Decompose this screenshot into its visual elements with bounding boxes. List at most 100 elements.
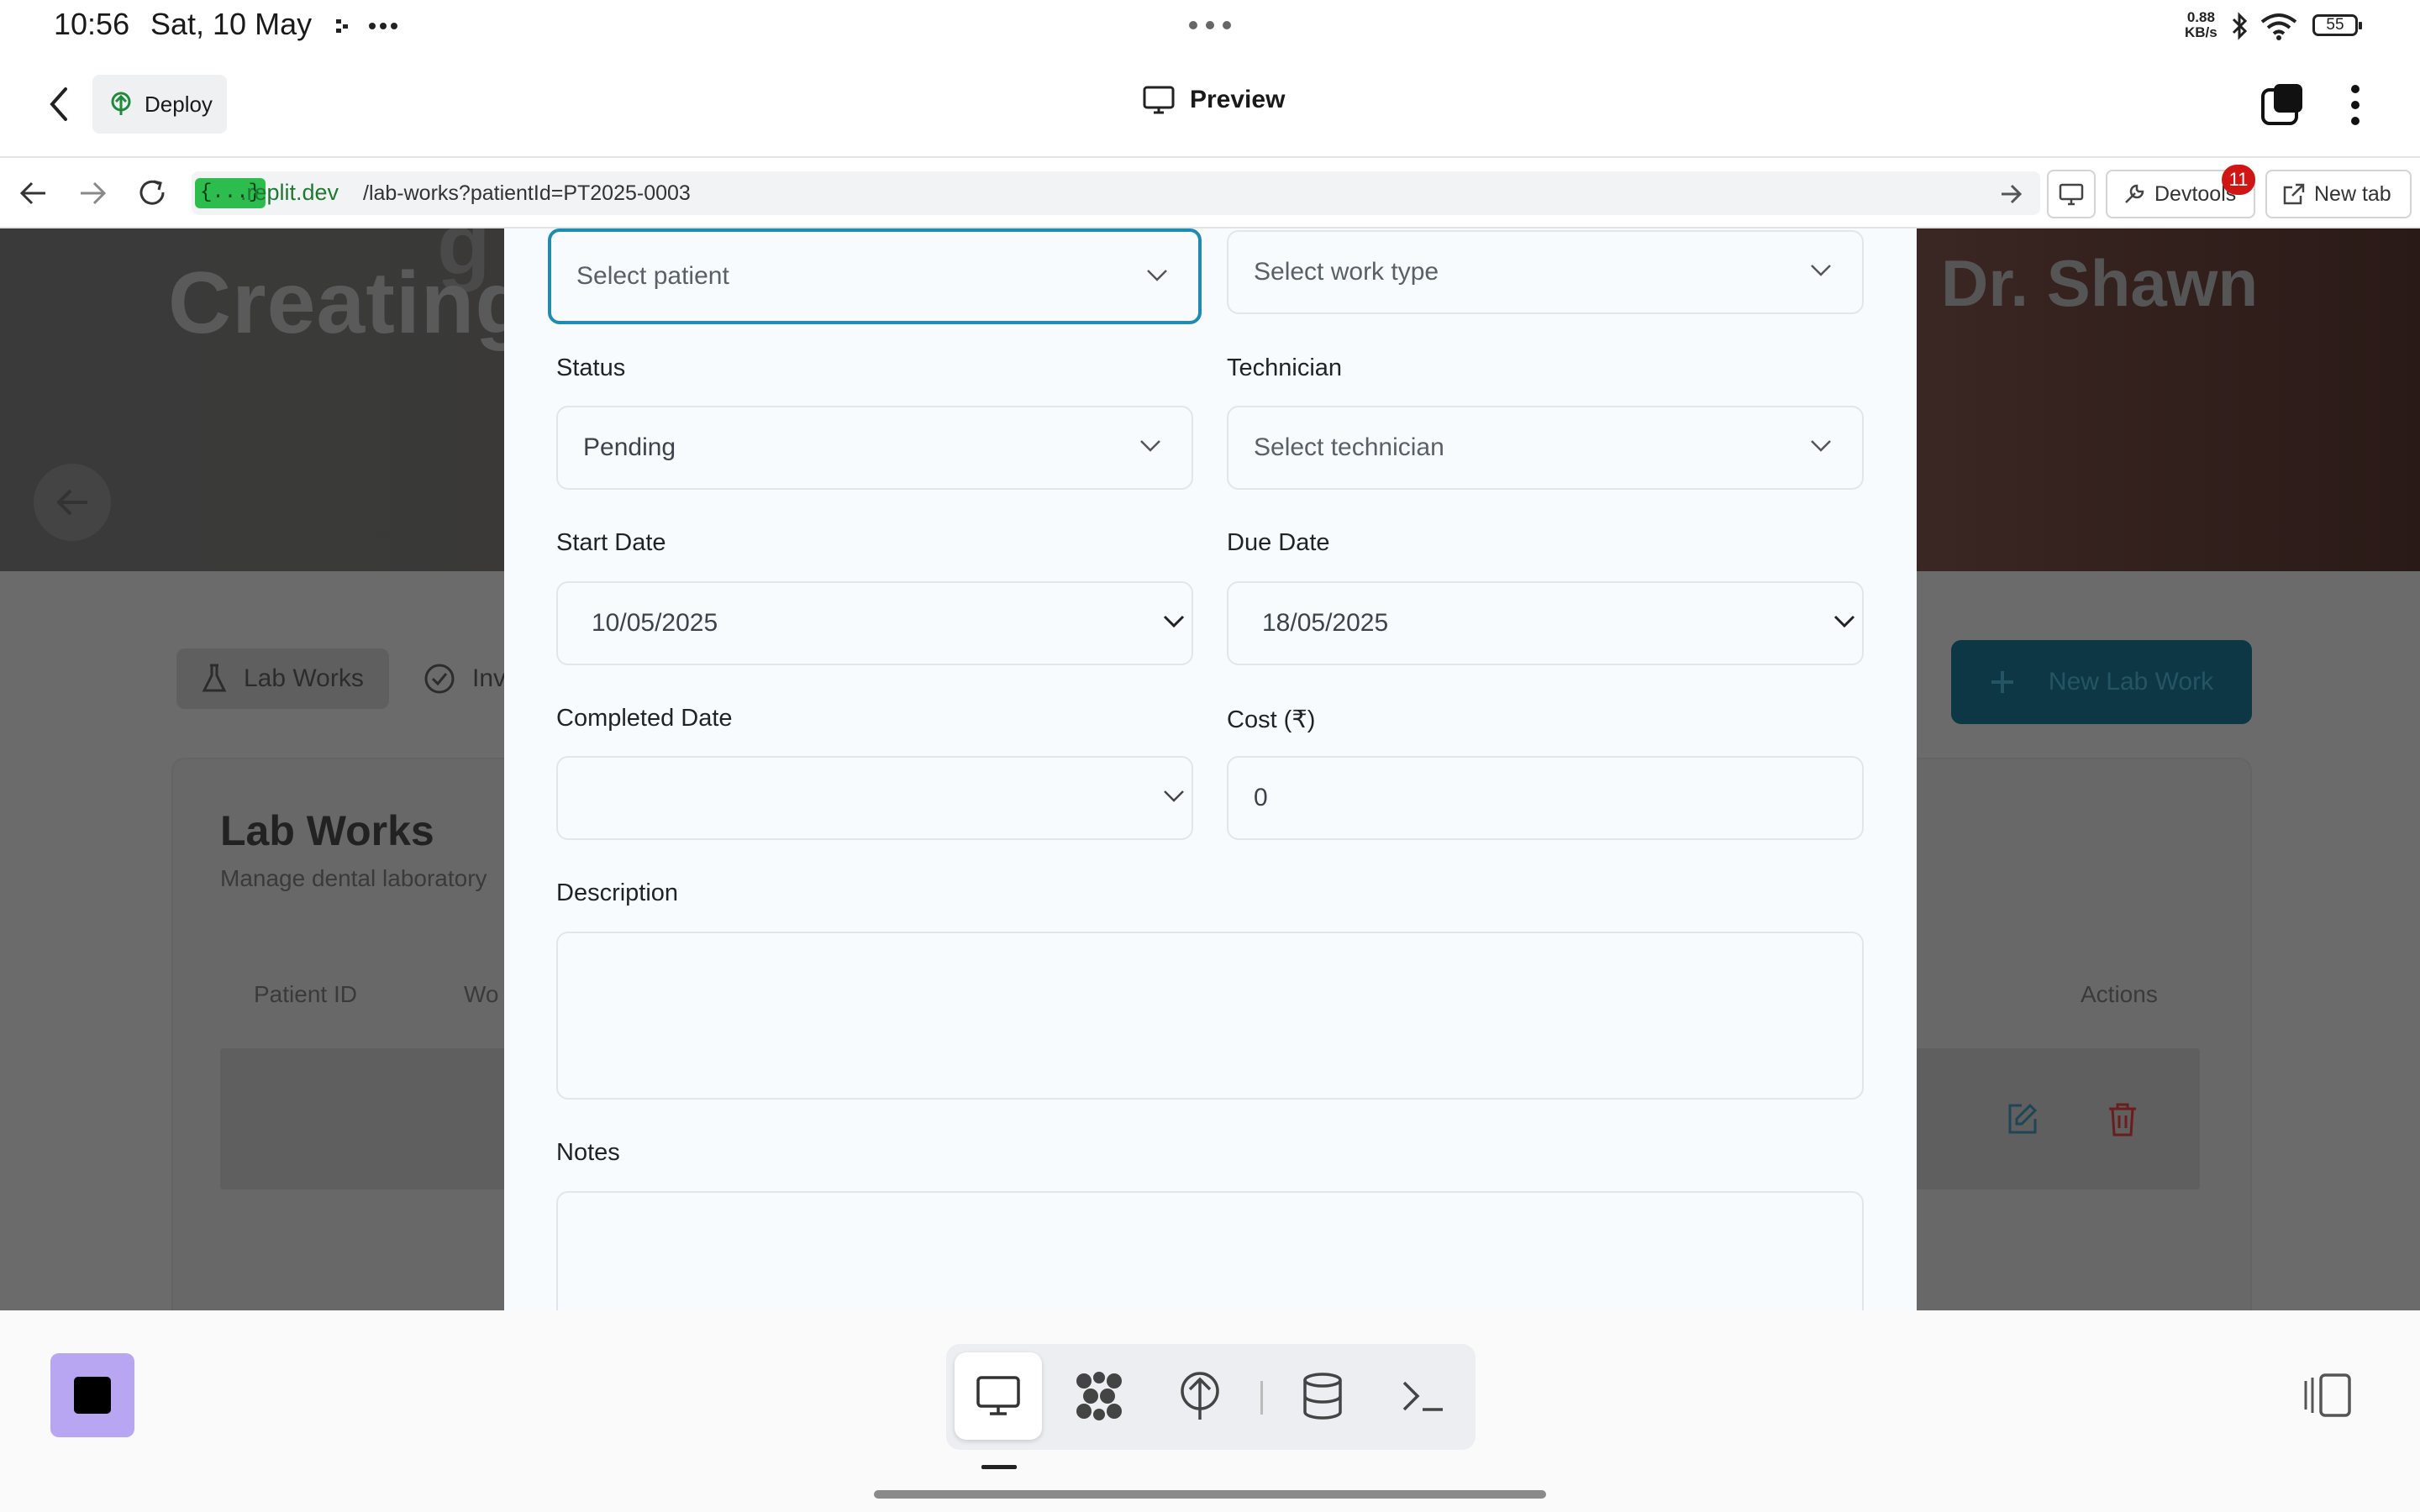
- deploy-label: Deploy: [145, 91, 213, 117]
- deploy-tool-button[interactable]: [1156, 1352, 1244, 1440]
- more-vertical-icon[interactable]: [2349, 84, 2361, 126]
- tool-switcher: [946, 1344, 1476, 1450]
- network-speed: 0.88 KB/s: [2185, 9, 2217, 40]
- shell-tool-button[interactable]: [1380, 1352, 1467, 1440]
- new-tab-button[interactable]: New tab: [2265, 170, 2412, 218]
- url-path: /lab-works?patientId=PT2025-0003: [363, 181, 691, 205]
- devtools-badge: 11: [2222, 165, 2255, 195]
- doctor-name: Dr. Shawn: [1941, 246, 2259, 320]
- start-date-input[interactable]: 10/05/2025: [556, 581, 1193, 665]
- patient-select-placeholder: Select patient: [576, 262, 729, 290]
- tab-lab-works[interactable]: Lab Works: [176, 648, 389, 709]
- chevron-down-icon: [1810, 264, 1832, 277]
- deploy-icon: [109, 92, 133, 117]
- battery-indicator: 55: [2312, 14, 2362, 36]
- column-actions: Actions: [2081, 981, 2158, 1007]
- new-tab-label: New tab: [2314, 181, 2391, 206]
- status-value: Pending: [583, 433, 676, 461]
- url-domain: .replit.dev: [240, 180, 339, 205]
- preview-tab[interactable]: Preview: [1143, 86, 1285, 114]
- database-tool-button[interactable]: [1279, 1352, 1366, 1440]
- deploy-tool-icon: [1181, 1372, 1219, 1420]
- go-arrow-icon[interactable]: [2000, 183, 2023, 205]
- terminal-icon: [1402, 1381, 1443, 1411]
- bluetooth-icon: [2228, 12, 2250, 40]
- card-title: Lab Works: [220, 807, 434, 854]
- replit-header: Deploy Preview: [0, 52, 2420, 158]
- browser-url-bar: {...} .replit.dev /lab-works?patientId=P…: [0, 158, 2420, 228]
- active-tool-indicator: [981, 1465, 1017, 1469]
- url-input[interactable]: {...} .replit.dev /lab-works?patientId=P…: [192, 171, 2040, 215]
- tool-divider: [1260, 1381, 1263, 1415]
- monitor-small-icon: [2059, 182, 2084, 206]
- replit-bottom-dock: [0, 1310, 2420, 1512]
- chevron-down-icon: [1163, 615, 1185, 628]
- back-chevron-icon[interactable]: [45, 86, 72, 123]
- chevron-down-icon: [1163, 790, 1185, 803]
- start-date-label: Start Date: [556, 529, 666, 556]
- browser-forward-icon[interactable]: [79, 180, 108, 207]
- check-circle-icon: [424, 663, 455, 695]
- wifi-icon: [2260, 12, 2297, 40]
- chevron-down-icon: [1139, 439, 1161, 453]
- monitor-tool-icon: [976, 1376, 1020, 1415]
- packages-tool-button[interactable]: [1055, 1352, 1143, 1440]
- chevron-down-icon: [1146, 269, 1168, 282]
- preview-label: Preview: [1190, 86, 1286, 113]
- device-toggle-button[interactable]: [2047, 170, 2096, 218]
- deploy-button[interactable]: Deploy: [92, 75, 227, 134]
- cost-label: Cost (₹): [1227, 706, 1316, 733]
- packages-icon: [1076, 1372, 1122, 1420]
- technician-placeholder: Select technician: [1254, 433, 1444, 461]
- technician-select[interactable]: Select technician: [1227, 406, 1864, 490]
- technician-label: Technician: [1227, 354, 1343, 381]
- status-label: Status: [556, 354, 626, 381]
- date: Sat, 10 May: [150, 7, 313, 41]
- arrow-left-icon: [56, 489, 87, 516]
- notes-label: Notes: [556, 1139, 620, 1166]
- external-link-icon: [2282, 182, 2306, 206]
- chevron-down-icon: [1810, 439, 1832, 453]
- completed-date-label: Completed Date: [556, 705, 733, 732]
- due-date-value: 18/05/2025: [1262, 609, 1389, 637]
- hero-back-button[interactable]: [34, 464, 111, 541]
- due-date-input[interactable]: 18/05/2025: [1227, 581, 1864, 665]
- preview-tool-button[interactable]: [955, 1352, 1042, 1440]
- cost-value: 0: [1254, 784, 1268, 811]
- browser-back-icon[interactable]: [18, 180, 47, 207]
- due-date-label: Due Date: [1227, 529, 1330, 556]
- clock: 10:56: [54, 7, 130, 41]
- description-textarea[interactable]: [556, 932, 1864, 1100]
- plus-icon: [1990, 669, 2015, 695]
- split-view-icon[interactable]: [2302, 1373, 2353, 1418]
- column-patient-id: Patient ID: [254, 981, 357, 1007]
- monitor-icon: [1143, 86, 1175, 114]
- more-notifications-icon: [368, 22, 398, 30]
- work-type-placeholder: Select work type: [1254, 258, 1439, 286]
- start-date-value: 10/05/2025: [592, 609, 718, 637]
- system-status-bar: 10:56 Sat, 10 May 0.88 KB/s 55: [0, 0, 2420, 52]
- home-indicator[interactable]: [874, 1490, 1546, 1499]
- card-subtitle: Manage dental laboratory: [220, 865, 487, 891]
- chevron-down-icon: [1833, 615, 1855, 628]
- cost-input[interactable]: 0: [1227, 756, 1864, 840]
- hero-heading: Creating: [168, 255, 529, 352]
- trash-icon[interactable]: [2107, 1102, 2138, 1137]
- cast-icon: [334, 17, 355, 35]
- patient-select[interactable]: Select patient: [548, 228, 1202, 324]
- column-work: Wo: [464, 981, 499, 1007]
- multitask-dots-icon[interactable]: [1186, 20, 1234, 30]
- flask-icon: [202, 664, 227, 694]
- database-icon: [1303, 1373, 1342, 1420]
- edit-icon[interactable]: [2005, 1102, 2039, 1136]
- work-type-select[interactable]: Select work type: [1227, 230, 1864, 314]
- notes-textarea[interactable]: [556, 1191, 1864, 1310]
- status-select[interactable]: Pending: [556, 406, 1193, 490]
- new-lab-work-button[interactable]: New Lab Work: [1951, 640, 2252, 724]
- tabs-switcher-icon[interactable]: [2260, 82, 2306, 126]
- completed-date-input[interactable]: [556, 756, 1193, 840]
- stop-button[interactable]: [50, 1353, 134, 1437]
- wrench-icon: [2123, 182, 2146, 206]
- description-label: Description: [556, 879, 679, 906]
- reload-icon[interactable]: [136, 176, 168, 208]
